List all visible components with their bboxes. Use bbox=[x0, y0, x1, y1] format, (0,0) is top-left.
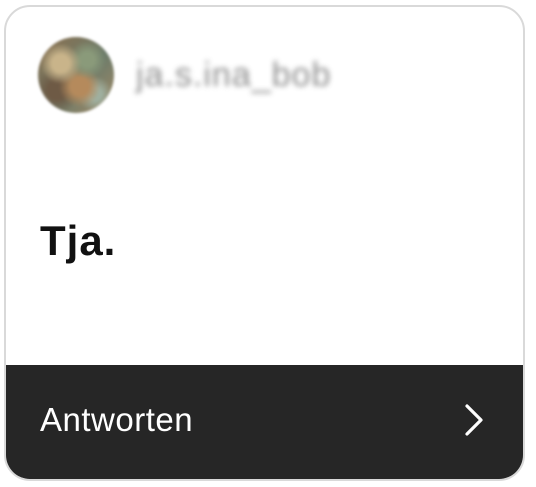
avatar[interactable] bbox=[38, 37, 114, 113]
reply-button[interactable]: Antworten bbox=[6, 365, 523, 479]
username-label[interactable]: ja.s.ina_bob bbox=[136, 56, 331, 95]
chevron-right-icon bbox=[463, 403, 485, 437]
reply-button-label: Antworten bbox=[40, 401, 194, 438]
author-header: ja.s.ina_bob bbox=[38, 35, 331, 115]
message-text: Tja. bbox=[40, 217, 117, 264]
story-reply-card[interactable]: ja.s.ina_bob Tja. Antworten bbox=[4, 5, 525, 481]
